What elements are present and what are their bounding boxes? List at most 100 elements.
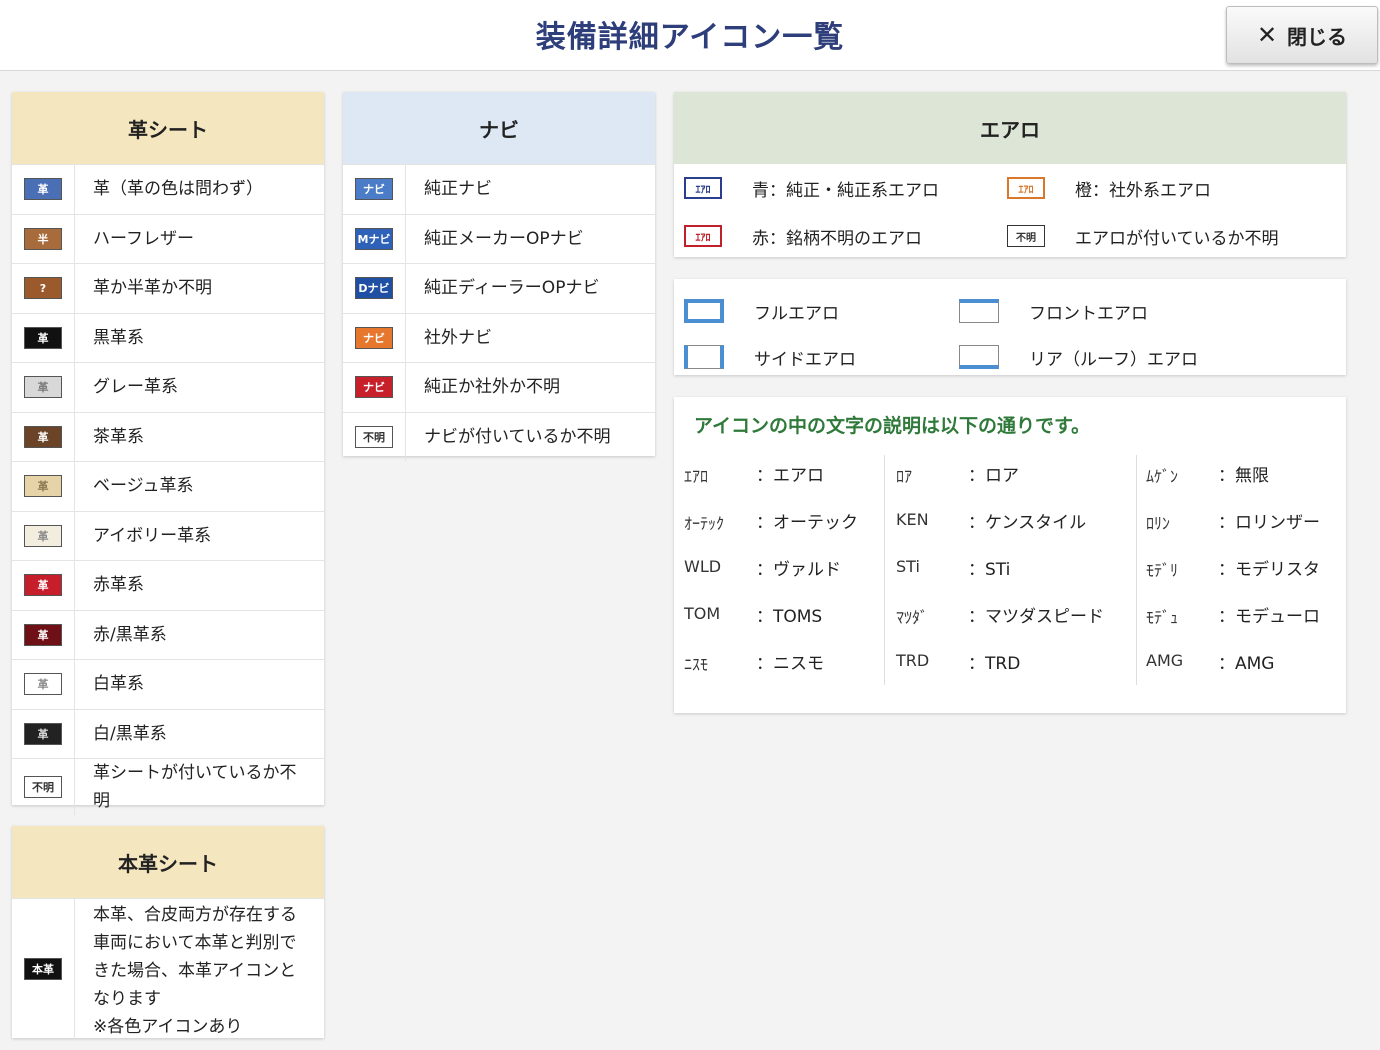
legend-code: ﾓﾃﾞﾘ bbox=[1146, 561, 1179, 580]
legend-divider-2 bbox=[1136, 455, 1137, 685]
navi-item-label: 純正ナビ bbox=[424, 179, 492, 200]
leather-item-label: ベージュ革系 bbox=[93, 476, 194, 497]
genuine-line-4: なります bbox=[93, 989, 161, 1009]
leather-item-label: 革シートが付いているか不明 bbox=[93, 763, 297, 811]
close-icon: ✕ bbox=[1256, 21, 1278, 49]
legend-value: ：ロア bbox=[968, 466, 1019, 486]
aero-icon: ｴｱﾛ bbox=[684, 177, 722, 199]
leather-item-label: 革（革の色は問わず） bbox=[93, 179, 263, 200]
legend-value: ：無限 bbox=[1218, 466, 1269, 486]
navi-panel: ナビ ナビ 純正ナビ Mナビ 純正メーカーOPナビ Dナビ 純正ディーラーOPナビ ナビ 社外… bbox=[343, 92, 655, 461]
legend-value: ：ケンスタイル bbox=[968, 513, 1087, 533]
leather-icon: 半 bbox=[24, 227, 62, 250]
leather-item-row: 革 グレー革系 bbox=[12, 362, 324, 412]
legend-value: ：ヴァルド bbox=[756, 560, 841, 580]
legend-code: AMG bbox=[1146, 651, 1184, 670]
rear-aero-label: リア（ルーフ）エアロ bbox=[1029, 349, 1198, 370]
close-button[interactable]: ✕ 閉じる bbox=[1226, 6, 1378, 64]
leather-item-row: ? 革か半革か不明 bbox=[12, 263, 324, 313]
leather-icon: 革 bbox=[24, 326, 62, 349]
legend-code: ﾛﾘﾝ bbox=[1146, 514, 1171, 533]
aero-icon: ｴｱﾛ bbox=[684, 225, 722, 247]
leather-item-row: 革 赤/黒革系 bbox=[12, 609, 324, 659]
legend-code: ﾓﾃﾞｭ bbox=[1146, 608, 1179, 627]
aero-title: エアロ bbox=[980, 117, 1040, 142]
leather-item-row: 革 黒革系 bbox=[12, 312, 324, 362]
legend-value: ：エアロ bbox=[756, 466, 824, 486]
legend-value: ：STi bbox=[968, 560, 1011, 580]
leather-seat-title: 革シート bbox=[128, 117, 208, 142]
genuine-leather-panel: 本革シート 本革 本革、合皮両方が存在する 車両において本革と判別で きた場合、… bbox=[12, 826, 324, 1039]
navi-icon: ナビ bbox=[355, 326, 393, 349]
leather-item-label: 赤革系 bbox=[93, 575, 144, 596]
genuine-line-3: きた場合、本革アイコンと bbox=[93, 961, 297, 981]
navi-item-label: 社外ナビ bbox=[424, 327, 492, 348]
leather-icon: 革 bbox=[24, 673, 62, 696]
legend-code: WLD bbox=[684, 557, 722, 576]
legend-value: ：AMG bbox=[1218, 654, 1275, 674]
leather-icon: ? bbox=[24, 277, 62, 300]
rear-aero-row: リア（ルーフ）エアロ bbox=[959, 333, 1198, 381]
leather-item-label: 白/黒革系 bbox=[93, 723, 167, 744]
leather-icon-cell: 革 bbox=[12, 412, 75, 461]
legend-value: ：モデューロ bbox=[1218, 607, 1320, 627]
leather-item-row: 革 白/黒革系 bbox=[12, 708, 324, 758]
leather-icon: 革 bbox=[24, 722, 62, 745]
navi-icon: Dナビ bbox=[355, 277, 393, 300]
navi-item-row: Dナビ 純正ディーラーOPナビ bbox=[343, 263, 655, 313]
front-aero-row: フロントエアロ bbox=[959, 287, 1148, 335]
navi-item-label: 純正ディーラーOPナビ bbox=[424, 278, 600, 299]
genuine-leather-heading: 本革シート bbox=[12, 826, 324, 898]
legend-value: ：ニスモ bbox=[756, 654, 824, 674]
leather-item-row: 革 赤革系 bbox=[12, 560, 324, 610]
legend-value: ：マツダスピード bbox=[968, 607, 1104, 627]
leather-icon-cell: 革 bbox=[12, 709, 75, 758]
navi-item-row: 不明 ナビが付いているか不明 bbox=[343, 411, 655, 461]
leather-icon: 革 bbox=[24, 574, 62, 597]
full-aero-icon bbox=[684, 299, 724, 323]
legend-panel: アイコンの中の文字の説明は以下の通りです。 ｴｱﾛ ：エアロ ｵｰﾃｯｸ ：オーテック… bbox=[674, 397, 1346, 713]
leather-item-label: 黒革系 bbox=[93, 327, 144, 348]
leather-seat-panel: 革シート 革革（革の色は問わず）半ハーフレザー? 革か半革か不明革黒革系革グレー革… bbox=[12, 92, 324, 815]
legend-value: ：ロリンザー bbox=[1218, 513, 1320, 533]
leather-item-row: 革 茶革系 bbox=[12, 411, 324, 461]
side-aero-label: サイドエアロ bbox=[754, 349, 856, 370]
genuine-leather-icon: 本革 bbox=[24, 958, 62, 980]
leather-item-label: ハーフレザー bbox=[93, 228, 194, 249]
leather-item-row: 半 ハーフレザー bbox=[12, 213, 324, 263]
navi-icon: ナビ bbox=[355, 178, 393, 201]
genuine-line-1: 本革、合皮両方が存在する bbox=[93, 905, 297, 925]
rear-aero-icon bbox=[959, 345, 999, 369]
leather-item-label: 茶革系 bbox=[93, 426, 144, 447]
legend-value: ：モデリスタ bbox=[1218, 560, 1320, 580]
aero-color-label: エアロが付いているか不明 bbox=[1075, 228, 1279, 249]
full-aero-label: フルエアロ bbox=[754, 303, 839, 324]
aero-color-label: 赤：銘柄不明のエアロ bbox=[752, 228, 922, 249]
legend-code: TOM bbox=[684, 604, 721, 623]
legend-code: ｴｱﾛ bbox=[684, 467, 709, 486]
leather-item-label: 赤/黒革系 bbox=[93, 624, 167, 645]
leather-icon-cell: 革 bbox=[12, 363, 75, 412]
navi-icon-cell: 不明 bbox=[343, 412, 406, 461]
leather-icon-cell: 革 bbox=[12, 610, 75, 659]
leather-icon: 革 bbox=[24, 623, 62, 646]
leather-item-label: 革か半革か不明 bbox=[93, 278, 212, 299]
leather-icon-cell: 革 bbox=[12, 660, 75, 709]
genuine-line-5: ※各色アイコンあり bbox=[93, 1017, 243, 1037]
leather-item-label: アイボリー革系 bbox=[93, 525, 212, 546]
side-aero-row: サイドエアロ bbox=[684, 333, 856, 381]
legend-code: STi bbox=[896, 557, 920, 576]
leather-icon-cell: 革 bbox=[12, 165, 75, 214]
leather-icon: 不明 bbox=[24, 776, 62, 798]
leather-seat-heading: 革シート bbox=[12, 92, 324, 164]
leather-icon-cell: 半 bbox=[12, 214, 75, 263]
navi-item-row: ナビ 社外ナビ bbox=[343, 312, 655, 362]
aero-heading: エアロ bbox=[674, 92, 1346, 164]
navi-icon-cell: ナビ bbox=[343, 363, 406, 412]
leather-icon: 革 bbox=[24, 178, 62, 201]
navi-heading: ナビ bbox=[343, 92, 655, 164]
leather-icon-cell: 革 bbox=[12, 313, 75, 362]
navi-title: ナビ bbox=[479, 117, 519, 142]
header-bar: 装備詳細アイコン一覧 ✕ 閉じる bbox=[0, 0, 1380, 71]
legend-value: ：オーテック bbox=[756, 513, 858, 533]
